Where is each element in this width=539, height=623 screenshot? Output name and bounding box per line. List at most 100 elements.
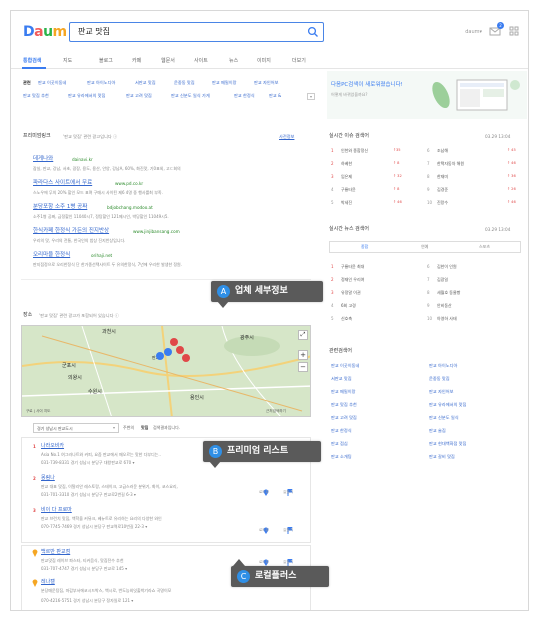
related-keyword[interactable]: 운중동 맛집 bbox=[429, 376, 450, 381]
map-pin-icon[interactable] bbox=[164, 348, 172, 356]
news-tab[interactable]: 연예 bbox=[421, 245, 428, 249]
listing-title[interactable]: 몽림나 bbox=[41, 476, 55, 481]
related-link[interactable]: 판교 고려 맛집 bbox=[126, 93, 152, 98]
search-input[interactable]: 판교 맛집 bbox=[78, 28, 110, 36]
rank-term[interactable]: 아영하 사태 bbox=[437, 317, 457, 321]
local-title[interactable]: 레나캘 bbox=[41, 580, 55, 585]
ad-title[interactable]: 오리마을 한정식 bbox=[33, 252, 70, 259]
related-link[interactable]: 운중동 맛집 bbox=[174, 80, 195, 85]
directions-label[interactable]: 길찾기 bbox=[283, 528, 293, 533]
rank-term[interactable]: 진랑수 bbox=[437, 201, 448, 205]
related-keyword[interactable]: 판교 현대백화점 맛집 bbox=[429, 441, 466, 446]
rank-term[interactable]: 인천와 종합정신 bbox=[341, 149, 368, 153]
related-link[interactable]: 판교 한정식 bbox=[234, 93, 255, 98]
pc-search-banner[interactable]: 다음PC검색이 새로워졌습니다! 어떻게 바뀌었을까요? bbox=[327, 71, 527, 119]
map-zoom-out-icon[interactable]: − bbox=[298, 362, 308, 372]
apps-grid-icon[interactable] bbox=[509, 26, 519, 36]
map-fullscreen-icon[interactable]: ⤢ bbox=[298, 330, 308, 340]
related-keyword[interactable]: 판교 술집 bbox=[429, 428, 446, 433]
listing-title[interactable]: 나라오비카 bbox=[41, 444, 64, 449]
tab-blog[interactable]: 블로그 bbox=[99, 59, 113, 64]
ad-title[interactable]: 데게나와 bbox=[33, 156, 53, 163]
tab-news[interactable]: 뉴스 bbox=[229, 59, 238, 64]
rank-term[interactable]: 박세진 bbox=[341, 201, 352, 205]
related-keyword[interactable]: 판교 갈비 맛집 bbox=[429, 454, 455, 459]
ad-title[interactable]: 분당포항 소주 1병 공짜 bbox=[33, 204, 87, 211]
news-tab[interactable]: 스포츠 bbox=[479, 245, 490, 249]
related-link[interactable]: 판교 & bbox=[269, 93, 281, 98]
map[interactable]: 과천시 광주시 군포시 의왕시 수원시 용인시 판교 ⤢ + − 구로 | 사이… bbox=[21, 325, 311, 417]
rank-term[interactable]: 임은제 bbox=[341, 175, 352, 179]
register-link[interactable]: 사전정보 bbox=[279, 134, 294, 139]
related-link[interactable]: 판교 유라에서의 맛집 bbox=[68, 93, 105, 98]
roadview-label[interactable]: 로드뷰 bbox=[259, 560, 269, 565]
map-nearby-link[interactable]: 근처검색하기 bbox=[266, 409, 286, 414]
rank-term[interactable]: 김광일 bbox=[437, 278, 448, 282]
related-keyword[interactable]: 판교 점심 bbox=[331, 441, 348, 446]
map-label: 용인시 bbox=[190, 395, 204, 401]
roadview-label[interactable]: 로드뷰 bbox=[259, 528, 269, 533]
related-keyword[interactable]: 판교 자인어보 bbox=[429, 389, 453, 394]
callout-label: 업체 세부정보 bbox=[235, 286, 288, 296]
related-keyword[interactable]: 판교 신분도 일식 bbox=[429, 415, 459, 420]
daum-logo[interactable]: Daum bbox=[23, 25, 67, 39]
related-keyword[interactable]: 판교 메밀이랑 bbox=[331, 389, 355, 394]
rank-term[interactable]: 한택자동차 해원 bbox=[437, 162, 464, 166]
related-keyword[interactable]: 판교 유라에서의 맛집 bbox=[429, 402, 466, 407]
related-keyword[interactable]: 판교 이곳이동네 bbox=[331, 363, 359, 368]
listing-title[interactable]: 비이 다 프로마 bbox=[41, 508, 72, 513]
map-pin-icon[interactable] bbox=[170, 338, 178, 346]
related-keyword[interactable]: 판교 고려 맛집 bbox=[331, 415, 357, 420]
related-keyword[interactable]: 판교 한정식 bbox=[331, 428, 352, 433]
rank-term[interactable]: 구룡타윤 bbox=[341, 188, 356, 192]
rank-term[interactable]: 세월호 동물빵 bbox=[437, 291, 460, 295]
directions-label[interactable]: 길찾기 bbox=[283, 560, 293, 565]
related-keyword[interactable]: 서판교 맛집 bbox=[331, 376, 352, 381]
chevron-down-icon[interactable]: ▾ bbox=[307, 93, 315, 100]
search-icon[interactable] bbox=[307, 26, 319, 38]
map-label: 의왕시 bbox=[68, 375, 82, 381]
rank-number: 4 bbox=[331, 187, 334, 192]
related-link[interactable]: 판교 자인어보 bbox=[254, 80, 278, 85]
search-box[interactable]: 판교 맛집 bbox=[69, 22, 324, 42]
related-link[interactable]: 판교 아이노디아 bbox=[87, 80, 115, 85]
map-pin-icon[interactable] bbox=[156, 352, 164, 360]
rank-term[interactable]: 정재인 우리여 bbox=[341, 278, 364, 282]
map-pin-icon[interactable] bbox=[182, 354, 190, 362]
tab-site[interactable]: 사이트 bbox=[194, 59, 208, 64]
map-pin-icon[interactable] bbox=[176, 346, 184, 354]
local-title[interactable]: 백르반 판교점 bbox=[41, 550, 70, 555]
rank-term[interactable]: 조남해 bbox=[437, 149, 448, 153]
related-keyword[interactable]: 판교 맛집 추천 bbox=[331, 402, 357, 407]
rank-term[interactable]: 안비동산 bbox=[437, 304, 452, 308]
rank-term[interactable]: 신호축 bbox=[341, 317, 352, 321]
user-menu[interactable]: daum▾ bbox=[465, 30, 482, 35]
rank-term[interactable]: 김경준 bbox=[437, 188, 448, 192]
related-link[interactable]: 판교 맛집 추천 bbox=[23, 93, 49, 98]
related-link[interactable]: 판교 메밀이랑 bbox=[212, 80, 236, 85]
related-keyword[interactable]: 판교 소개팅 bbox=[331, 454, 352, 459]
rank-term[interactable]: 유정말 이권 bbox=[341, 291, 361, 295]
rank-term[interactable]: 6회 고경 bbox=[341, 304, 356, 308]
tab-cafe[interactable]: 카페 bbox=[132, 59, 141, 64]
rank-term[interactable]: 김한이 인원 bbox=[437, 265, 457, 269]
related-link[interactable]: 서판교 맛집 bbox=[135, 80, 156, 85]
directions-label[interactable]: 길찾기 bbox=[283, 490, 293, 495]
related-keyword[interactable]: 판교 아이노디아 bbox=[429, 363, 457, 368]
ad-title[interactable]: 파라다스 사이트에서 무료 bbox=[33, 180, 92, 187]
ad-title[interactable]: 한식카페 한정식 가든의 진지반상 bbox=[33, 228, 109, 235]
news-tab[interactable]: 종합 bbox=[361, 245, 368, 249]
map-zoom-in-icon[interactable]: + bbox=[298, 350, 308, 360]
rank-term[interactable]: 한재미 bbox=[437, 175, 448, 179]
tab-all[interactable]: 통합검색 bbox=[23, 59, 41, 64]
roadview-label[interactable]: 로드뷰 bbox=[259, 490, 269, 495]
rank-term[interactable]: 하베한 bbox=[341, 162, 352, 166]
tab-image[interactable]: 이미지 bbox=[257, 59, 271, 64]
tab-more[interactable]: 더보기 bbox=[292, 59, 306, 64]
region-select[interactable]: 경기 성남시 판교도시 ▾ bbox=[33, 423, 119, 433]
rank-term[interactable]: 구룡타윤 최대 bbox=[341, 265, 364, 269]
related-link[interactable]: 판교 신분도 일식 가게 bbox=[171, 93, 210, 98]
tab-map[interactable]: 지도 bbox=[63, 59, 72, 64]
tab-web[interactable]: 웹문서 bbox=[161, 59, 175, 64]
related-link[interactable]: 판교 이곳이동네 bbox=[38, 80, 66, 85]
